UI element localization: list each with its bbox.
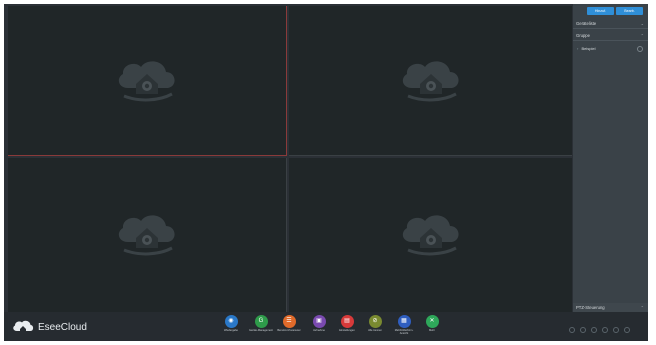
settings-icon: ▤	[340, 315, 354, 328]
video-pane-1[interactable]	[8, 6, 287, 156]
app-window: Hinzuf. Bearb. Geräteliste ⌄ Gruppe ⌃ › …	[4, 4, 648, 341]
section-device-list[interactable]: Geräteliste ⌄	[573, 18, 648, 29]
eseecloud-watermark-icon	[118, 60, 175, 101]
user-params-icon: ☰	[282, 315, 296, 328]
chevron-down-icon: ⌄	[640, 21, 644, 26]
disconnect-icon: ⊘	[368, 315, 382, 328]
control-icon-3[interactable]	[591, 327, 597, 333]
bottom-toolbar: EseeCloud ◉ Wiedergabe G Geräte-Manageme…	[4, 312, 648, 341]
control-icon-2[interactable]	[580, 327, 586, 333]
control-icon-1[interactable]	[569, 327, 575, 333]
tool-label: Benutzer-Parameter	[277, 329, 301, 332]
tool-record[interactable]: ▣ Aufnahme	[306, 314, 332, 341]
video-grid	[8, 6, 572, 312]
panel-top-buttons: Hinzuf. Bearb.	[573, 7, 648, 16]
edit-device-button[interactable]: Bearb.	[616, 7, 643, 15]
video-pane-2[interactable]	[289, 6, 572, 156]
tool-settings[interactable]: ▤ Einstellungen	[334, 314, 360, 341]
chevron-up-icon: ⌃	[640, 33, 644, 38]
tool-label: Einstellungen	[339, 329, 355, 332]
window-controls	[567, 327, 647, 335]
tool-device-management[interactable]: G Geräte-Management	[248, 314, 274, 341]
control-icon-5[interactable]	[613, 327, 619, 333]
add-device-button[interactable]: Hinzuf.	[587, 7, 614, 15]
chevron-up-icon: ⌃	[640, 305, 644, 310]
tool-multiview[interactable]: ▦ Mehrbildschirm-Ansicht	[391, 314, 417, 341]
playback-icon: ◉	[224, 315, 238, 328]
tool-playback[interactable]: ◉ Wiedergabe	[218, 314, 244, 341]
tool-label: Aufnahme	[313, 329, 325, 332]
device-panel: Hinzuf. Bearb. Geräteliste ⌄ Gruppe ⌃ › …	[573, 4, 648, 312]
control-icon-6[interactable]	[624, 327, 630, 333]
eseecloud-watermark-icon	[118, 215, 175, 256]
tree-item-label: Beispiel	[581, 46, 596, 51]
status-circle-icon	[637, 46, 643, 52]
video-pane-3[interactable]	[8, 158, 287, 312]
tool-user-params[interactable]: ☰ Benutzer-Parameter	[276, 314, 302, 341]
brand-name: EseeCloud	[38, 321, 87, 333]
record-icon: ▣	[312, 315, 326, 328]
brand: EseeCloud	[12, 318, 87, 336]
section-device-list-label: Geräteliste	[576, 21, 597, 26]
tool-label: Geräte-Management	[249, 329, 273, 332]
eseecloud-watermark-icon	[402, 215, 459, 256]
control-icon-4[interactable]	[602, 327, 608, 333]
section-group[interactable]: Gruppe ⌃	[573, 30, 648, 41]
tool-label: Wiedergabe	[224, 329, 238, 332]
tree-item-beispiel[interactable]: › Beispiel	[573, 44, 648, 54]
tool-disconnect-all[interactable]: ⊘ Alle trennen	[362, 314, 388, 341]
multiview-icon: ▦	[397, 315, 411, 328]
more-icon: ✕	[425, 315, 439, 328]
tool-label: Mehr	[429, 329, 435, 332]
section-group-label: Gruppe	[576, 33, 590, 38]
video-pane-4[interactable]	[289, 158, 572, 312]
ptz-control-header[interactable]: PTZ-Steuerung ⌃	[573, 303, 648, 312]
expand-arrow-icon[interactable]: ›	[577, 46, 578, 51]
tool-label: Alle trennen	[368, 329, 382, 332]
eseecloud-logo-icon	[13, 320, 34, 331]
tool-more[interactable]: ✕ Mehr	[419, 314, 445, 341]
eseecloud-watermark-icon	[402, 60, 459, 101]
toolbar-tools: ◉ Wiedergabe G Geräte-Management ☰ Benut…	[216, 314, 446, 341]
device-management-icon: G	[254, 315, 268, 328]
tool-label: Mehrbildschirm-Ansicht	[394, 329, 414, 335]
ptz-label: PTZ-Steuerung	[576, 305, 605, 310]
